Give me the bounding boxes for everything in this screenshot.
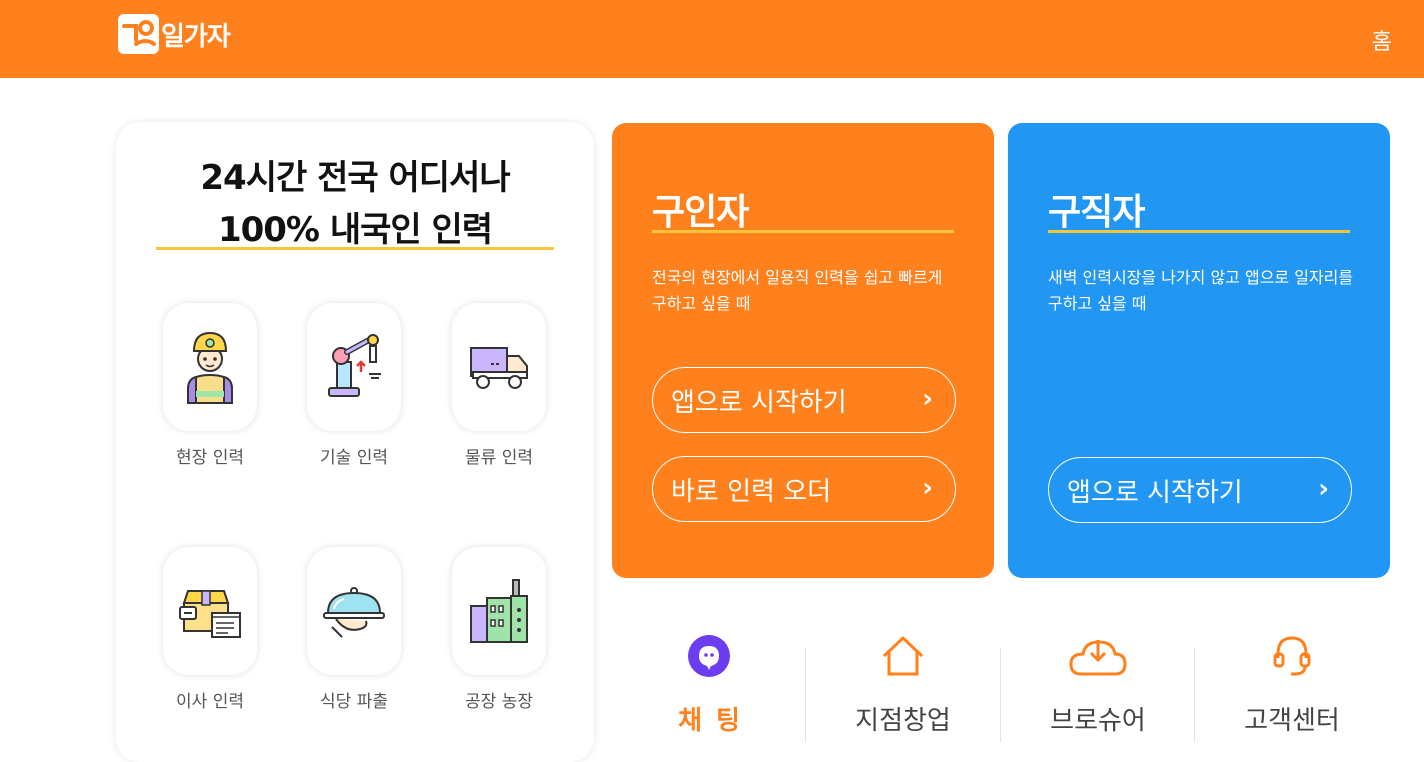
service-technical[interactable]: 기술 인력 — [307, 303, 401, 468]
service-factory[interactable]: 공장 농장 — [452, 547, 546, 712]
nav-label: 브로슈어 — [1050, 706, 1146, 736]
button-label: 앱으로 시작하기 — [671, 387, 847, 418]
jobseeker-description: 새벽 인력시장을 나가지 않고 앱으로 일자리를 구하고 싶을 때 — [1048, 268, 1354, 313]
direct-order-button[interactable]: 바로 인력 오더 › — [652, 456, 956, 522]
hero-line-1: 24시간 전국 어디서나 — [200, 158, 510, 198]
button-label: 바로 인력 오더 — [671, 476, 832, 507]
button-label: 앱으로 시작하기 — [1067, 477, 1243, 508]
jobseeker-app-start-button[interactable]: 앱으로 시작하기 › — [1048, 457, 1352, 523]
headset-icon — [1195, 630, 1389, 682]
nav-chat[interactable]: 채팅 — [612, 630, 806, 742]
service-label: 현장 인력 — [176, 448, 244, 468]
hero-line-2: 100% 내국인 인력 — [217, 210, 493, 250]
service-label: 기술 인력 — [320, 448, 388, 468]
nav-label: 채팅 — [678, 706, 754, 736]
chevron-right-icon: › — [1318, 474, 1329, 504]
chevron-right-icon: › — [922, 473, 933, 503]
logo-text: 일가자 — [161, 21, 231, 52]
delivery-truck-icon — [452, 303, 546, 431]
employer-description: 전국의 현장에서 일용직 인력을 쉽고 빠르게 구하고 싶을 때 — [652, 268, 943, 313]
nav-label: 고객센터 — [1244, 706, 1340, 736]
logo-mark-icon — [118, 14, 159, 54]
jobseeker-title-underline — [1048, 230, 1350, 233]
top-header: 일가자 홈 — [0, 0, 1424, 78]
service-moving[interactable]: 이사 인력 — [163, 547, 257, 712]
service-logistics[interactable]: 물류 인력 — [452, 303, 546, 468]
employer-title: 구인자 — [652, 192, 749, 233]
chat-bubble-icon — [612, 630, 806, 682]
serving-cloche-icon — [307, 547, 401, 675]
employer-title-underline — [652, 230, 954, 233]
hero-underline — [156, 247, 554, 250]
service-label: 물류 인력 — [465, 448, 533, 468]
factory-icon — [452, 547, 546, 675]
construction-worker-icon — [163, 303, 257, 431]
logo[interactable]: 일가자 — [118, 14, 231, 54]
employer-panel: 구인자 전국의 현장에서 일용직 인력을 쉽고 빠르게 구하고 싶을 때 앱으로… — [612, 123, 994, 578]
robot-arm-icon — [307, 303, 401, 431]
chevron-right-icon: › — [922, 384, 933, 414]
service-label: 공장 농장 — [465, 692, 533, 712]
nav-brochure[interactable]: 브로슈어 — [1001, 630, 1195, 742]
nav-label: 지점창업 — [855, 706, 951, 736]
service-restaurant[interactable]: 식당 파출 — [307, 547, 401, 712]
service-label: 식당 파출 — [320, 692, 388, 712]
home-icon — [806, 630, 1000, 682]
cloud-download-icon — [1001, 630, 1195, 682]
home-link[interactable]: 홈 — [1372, 24, 1392, 56]
service-construction[interactable]: 현장 인력 — [163, 303, 257, 468]
nav-franchise[interactable]: 지점창업 — [806, 630, 1000, 742]
nav-support[interactable]: 고객센터 — [1195, 630, 1389, 742]
jobseeker-panel: 구직자 새벽 인력시장을 나가지 않고 앱으로 일자리를 구하고 싶을 때 앱으… — [1008, 123, 1390, 578]
service-label: 이사 인력 — [176, 692, 244, 712]
jobseeker-title: 구직자 — [1048, 192, 1145, 233]
moving-box-icon — [163, 547, 257, 675]
employer-app-start-button[interactable]: 앱으로 시작하기 › — [652, 367, 956, 433]
